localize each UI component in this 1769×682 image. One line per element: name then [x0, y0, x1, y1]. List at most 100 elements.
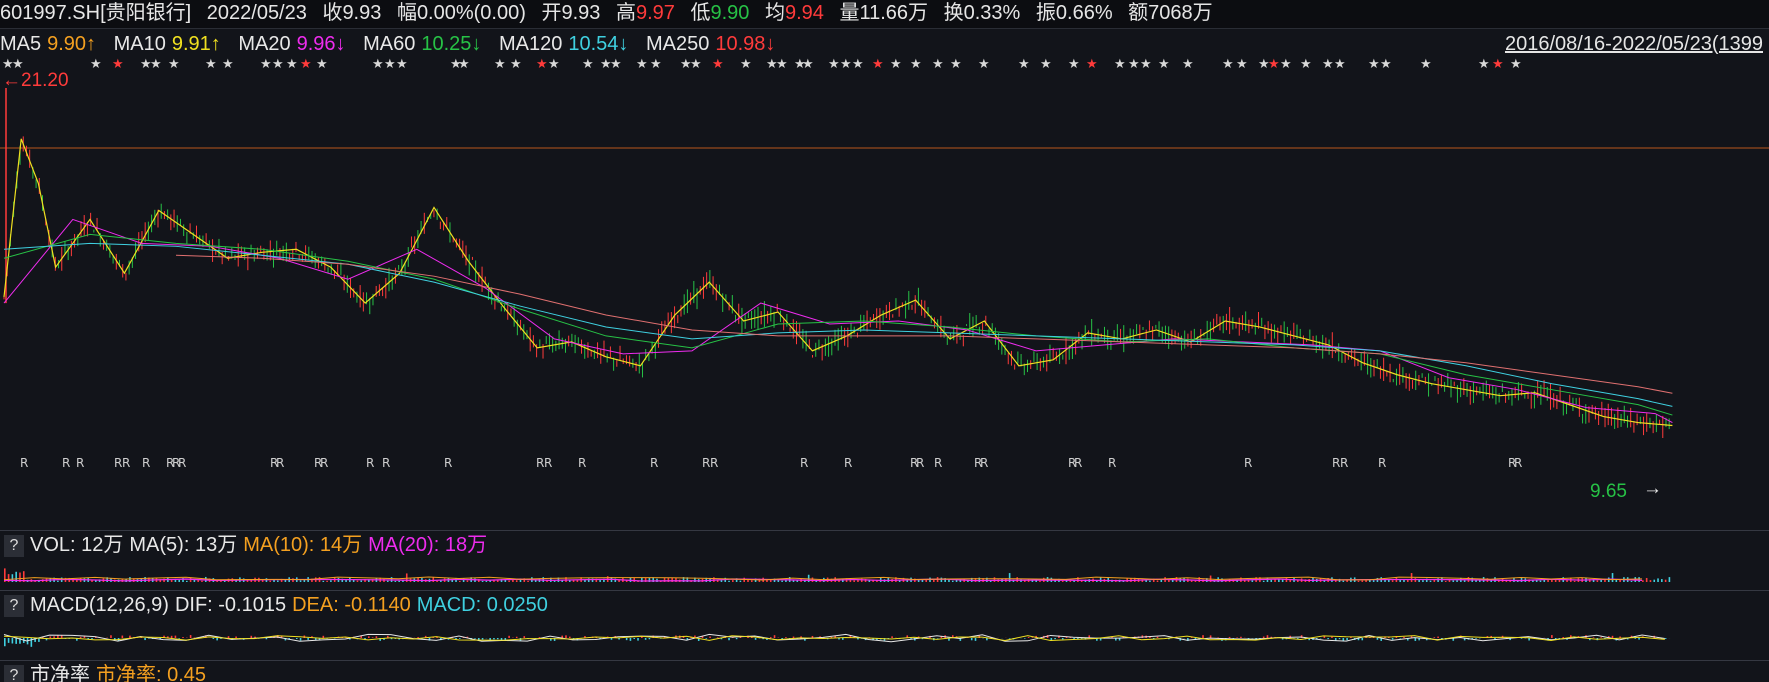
event-star-marker[interactable]: ★	[316, 58, 328, 72]
rights-marker[interactable]: R	[916, 456, 924, 470]
event-star-marker[interactable]: ★	[150, 58, 162, 72]
event-star-marker[interactable]: ★	[890, 58, 902, 72]
stock-code-name[interactable]: 601997.SH[贵阳银行]	[0, 2, 191, 24]
event-star-marker[interactable]: ★	[1300, 58, 1312, 72]
rights-marker[interactable]: R	[710, 456, 718, 470]
rights-marker[interactable]: R	[934, 456, 942, 470]
event-star-marker[interactable]: ★	[636, 58, 648, 72]
event-star-marker[interactable]: ★	[1128, 58, 1140, 72]
event-star-marker[interactable]: ★	[1222, 58, 1234, 72]
event-star-marker[interactable]: ★	[872, 58, 884, 72]
event-star-marker[interactable]: ★	[1158, 58, 1170, 72]
event-star-marker[interactable]: ★	[1280, 58, 1292, 72]
event-star-marker[interactable]: ★	[1068, 58, 1080, 72]
macd-help-button[interactable]: ?	[4, 594, 24, 617]
event-star-marker[interactable]: ★	[372, 58, 384, 72]
volume-help-button[interactable]: ?	[4, 534, 24, 557]
rights-marker[interactable]: R	[76, 456, 84, 470]
rights-marker[interactable]: R	[1244, 456, 1252, 470]
rights-marker[interactable]: R	[20, 456, 28, 470]
rights-marker[interactable]: R	[1340, 456, 1348, 470]
rights-marker[interactable]: R	[62, 456, 70, 470]
date-range[interactable]: 2016/08/16-2022/05/23(1399	[1505, 29, 1763, 59]
event-star-marker[interactable]: ★	[1420, 58, 1432, 72]
ma5-label[interactable]: MA5	[0, 33, 41, 55]
event-star-marker[interactable]: ★	[494, 58, 506, 72]
rights-marker[interactable]: R	[276, 456, 284, 470]
event-star-marker[interactable]: ★	[205, 58, 217, 72]
event-star-marker[interactable]: ★	[1236, 58, 1248, 72]
volume-chart[interactable]	[0, 560, 1769, 590]
event-star-marker[interactable]: ★	[1334, 58, 1346, 72]
event-star-marker[interactable]: ★	[1322, 58, 1334, 72]
event-star-marker[interactable]: ★	[1018, 58, 1030, 72]
event-star-marker[interactable]: ★	[650, 58, 662, 72]
rights-marker[interactable]: R	[980, 456, 988, 470]
rights-marker[interactable]: R	[578, 456, 586, 470]
rights-marker[interactable]: R	[650, 456, 658, 470]
ma60-label[interactable]: MA60	[363, 33, 415, 55]
rights-marker[interactable]: R	[1514, 456, 1522, 470]
event-star-marker[interactable]: ★	[950, 58, 962, 72]
event-star-marker[interactable]: ★	[932, 58, 944, 72]
event-star-marker[interactable]: ★	[690, 58, 702, 72]
ma250-label[interactable]: MA250	[646, 33, 709, 55]
event-star-marker[interactable]: ★	[828, 58, 840, 72]
rights-marker[interactable]: R	[544, 456, 552, 470]
event-star-marker[interactable]: ★	[582, 58, 594, 72]
rights-marker[interactable]: R	[1074, 456, 1082, 470]
rights-marker[interactable]: R	[178, 456, 186, 470]
ma20-label[interactable]: MA20	[238, 33, 290, 55]
event-star-marker[interactable]: ★	[536, 58, 548, 72]
event-star-marker[interactable]: ★	[1114, 58, 1126, 72]
rights-marker[interactable]: R	[320, 456, 328, 470]
event-star-marker[interactable]: ★	[396, 58, 408, 72]
rights-marker[interactable]: R	[1108, 456, 1116, 470]
event-star-marker[interactable]: ★	[272, 58, 284, 72]
rights-marker[interactable]: R	[142, 456, 150, 470]
ma120-label[interactable]: MA120	[499, 33, 562, 55]
event-star-marker[interactable]: ★	[458, 58, 470, 72]
event-star-marker[interactable]: ★	[1040, 58, 1052, 72]
event-star-marker[interactable]: ★	[222, 58, 234, 72]
pb-help-button[interactable]: ?	[4, 664, 24, 682]
event-star-marker[interactable]: ★	[712, 58, 724, 72]
rights-marker[interactable]: R	[844, 456, 852, 470]
event-star-marker[interactable]: ★	[776, 58, 788, 72]
event-star-marker[interactable]: ★	[840, 58, 852, 72]
rights-marker[interactable]: R	[800, 456, 808, 470]
rights-marker[interactable]: R	[122, 456, 130, 470]
kline-chart[interactable]: ★★ ★ ★ ★★ ★ ★ ★ ★ ★ ★ ★ ★ ★ ★ ★ ★★ ★ ★ ★ ★ ★ ★★ ★ ★ ★★ ★ ★ ★★ ★★ ★ ★ ★ ★…	[0, 58, 1769, 530]
rights-marker[interactable]: R	[366, 456, 374, 470]
rights-marker[interactable]: R	[382, 456, 390, 470]
event-star-marker[interactable]: ★	[510, 58, 522, 72]
macd-chart[interactable]	[0, 620, 1769, 660]
event-star-marker[interactable]: ★	[978, 58, 990, 72]
event-star-marker[interactable]: ★	[1268, 58, 1280, 72]
event-star-marker[interactable]: ★	[112, 58, 124, 72]
event-star-marker[interactable]: ★	[1086, 58, 1098, 72]
event-star-marker[interactable]: ★	[1380, 58, 1392, 72]
event-star-marker[interactable]: ★	[1140, 58, 1152, 72]
rights-marker[interactable]: R	[444, 456, 452, 470]
event-star-marker[interactable]: ★	[1510, 58, 1522, 72]
event-star-marker[interactable]: ★	[1478, 58, 1490, 72]
ma10-label[interactable]: MA10	[114, 33, 166, 55]
event-star-marker[interactable]: ★	[852, 58, 864, 72]
event-star-marker[interactable]: ★	[910, 58, 922, 72]
event-star-marker[interactable]: ★	[802, 58, 814, 72]
event-star-marker[interactable]: ★	[260, 58, 272, 72]
event-star-marker[interactable]: ★	[1368, 58, 1380, 72]
event-star-marker[interactable]: ★	[90, 58, 102, 72]
event-star-marker[interactable]: ★	[1492, 58, 1504, 72]
event-star-marker[interactable]: ★	[300, 58, 312, 72]
event-star-marker[interactable]: ★	[740, 58, 752, 72]
event-star-marker[interactable]: ★	[1182, 58, 1194, 72]
event-star-marker[interactable]: ★	[384, 58, 396, 72]
volume-bar	[1156, 580, 1159, 582]
event-star-marker[interactable]: ★	[610, 58, 622, 72]
rights-marker[interactable]: R	[1378, 456, 1386, 470]
event-star-marker[interactable]: ★	[168, 58, 180, 72]
event-star-marker[interactable]: ★	[548, 58, 560, 72]
event-star-marker[interactable]: ★	[286, 58, 298, 72]
